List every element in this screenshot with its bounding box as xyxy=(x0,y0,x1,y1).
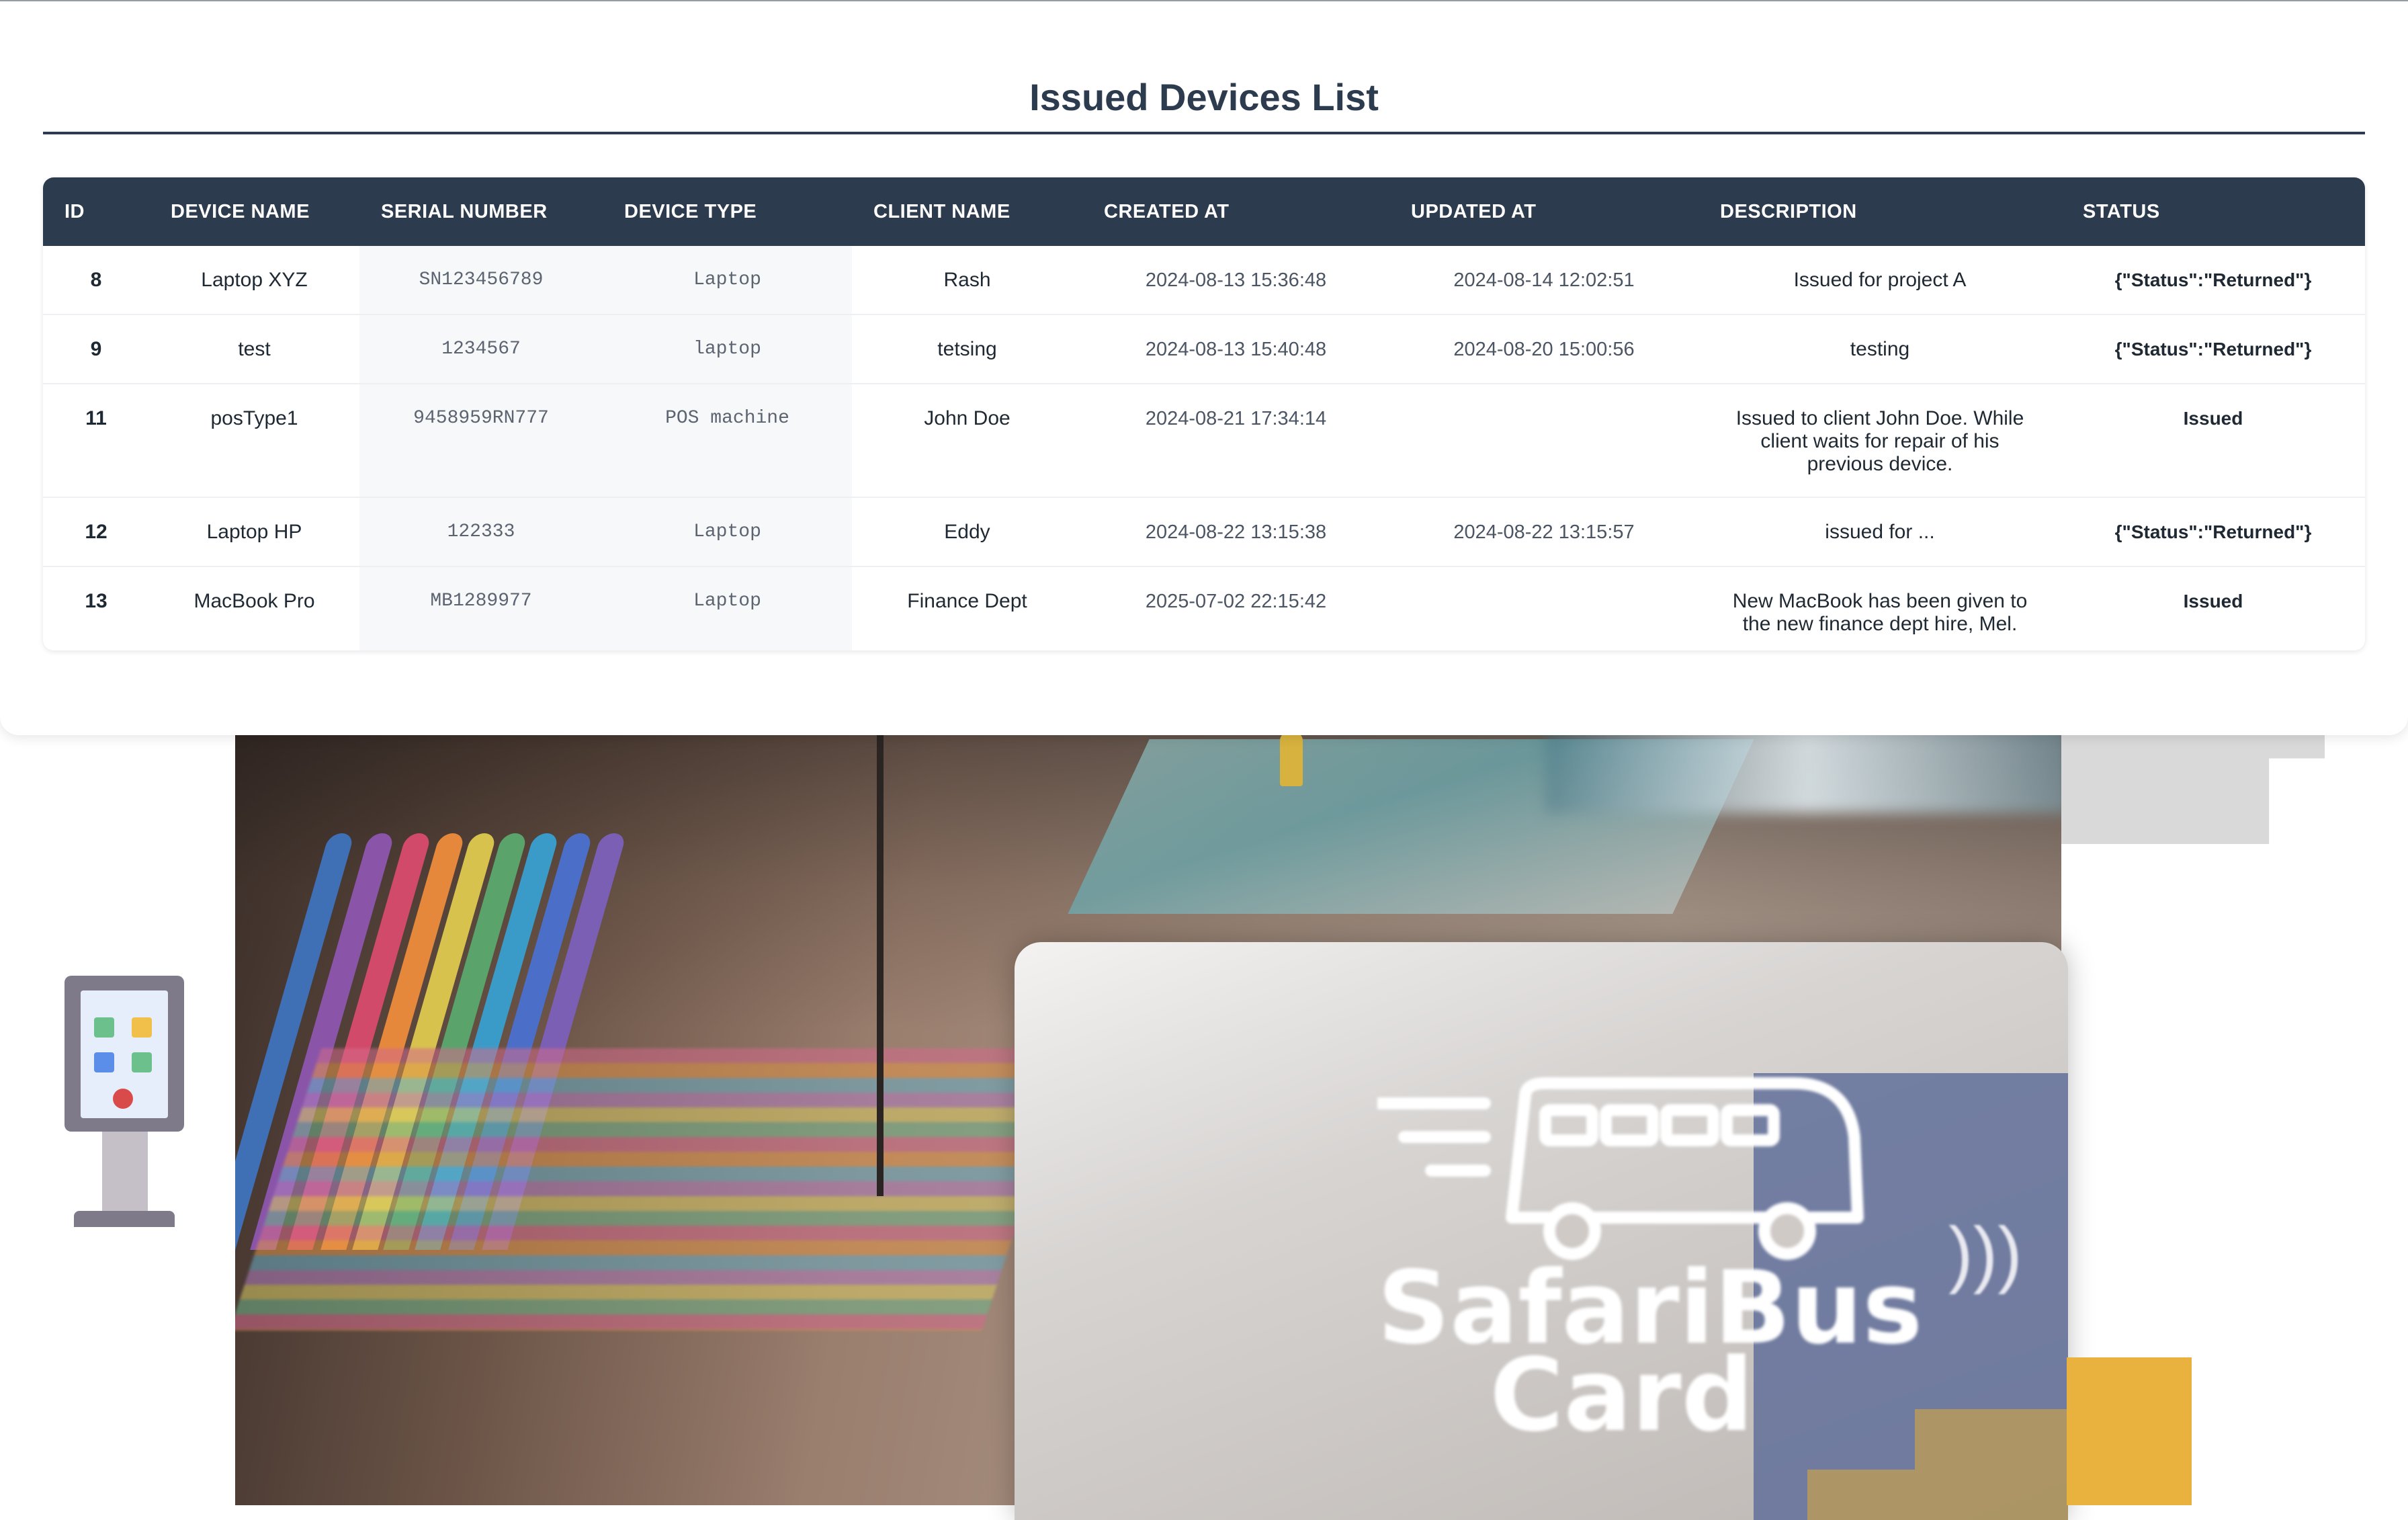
devices-table-container: ID DEVICE NAME SERIAL NUMBER DEVICE TYPE… xyxy=(43,177,2365,650)
cell-created-at: 2024-08-13 15:36:48 xyxy=(1082,246,1389,315)
contactless-icon: ))) xyxy=(1948,1212,2022,1295)
cell-client-name: John Doe xyxy=(852,384,1082,498)
table-row[interactable]: 9 test 1234567 laptop tetsing 2024-08-13… xyxy=(43,314,2365,384)
decorative-gold-block xyxy=(2067,1357,2192,1505)
table-header-row: ID DEVICE NAME SERIAL NUMBER DEVICE TYPE… xyxy=(43,177,2365,246)
cell-id: 11 xyxy=(43,384,149,498)
cell-device-name: test xyxy=(149,314,359,384)
cell-device-type: POS machine xyxy=(603,384,852,498)
cell-client-name: Rash xyxy=(852,246,1082,315)
column-header-status[interactable]: STATUS xyxy=(2061,177,2365,246)
cell-client-name: tetsing xyxy=(852,314,1082,384)
cell-updated-at: 2024-08-14 12:02:51 xyxy=(1389,246,1698,315)
cell-description: issued for ... xyxy=(1698,497,2061,567)
cell-updated-at xyxy=(1389,566,1698,650)
column-header-client-name[interactable]: CLIENT NAME xyxy=(852,177,1082,246)
column-header-updated-at[interactable]: UPDATED AT xyxy=(1389,177,1698,246)
page-title: Issued Devices List xyxy=(1029,76,1379,118)
bus-icon xyxy=(1377,1077,1864,1260)
table-row[interactable]: 8 Laptop XYZ SN123456789 Laptop Rash 202… xyxy=(43,246,2365,315)
column-header-device-type[interactable]: DEVICE TYPE xyxy=(603,177,852,246)
cell-device-name: posType1 xyxy=(149,384,359,498)
cell-updated-at: 2024-08-20 15:00:56 xyxy=(1389,314,1698,384)
cell-id: 13 xyxy=(85,590,108,612)
card-brand-text: SafariBus Card xyxy=(1377,1250,1923,1454)
issued-devices-panel: Issued Devices List ID DEVICE NAME SERIA… xyxy=(0,1,2408,735)
cell-device-name: Laptop XYZ xyxy=(149,246,359,315)
cell-created-at: 2024-08-13 15:40:48 xyxy=(1082,314,1389,384)
table-row[interactable]: 13 MacBook Pro MB1289977 Laptop Finance … xyxy=(43,566,2365,650)
cell-status: Issued xyxy=(2061,384,2365,498)
table-row[interactable]: 11 posType1 9458959RN777 POS machine Joh… xyxy=(43,384,2365,498)
cell-created-at: 2024-08-21 17:34:14 xyxy=(1082,384,1389,498)
kiosk-icon xyxy=(64,976,185,1231)
cell-updated-at xyxy=(1389,384,1698,498)
cell-status: Issued xyxy=(2183,591,2243,611)
safaribus-card-image: SafariBus Card ))) xyxy=(1015,942,2068,1520)
cell-serial-number: MB1289977 xyxy=(359,566,603,650)
devices-table: ID DEVICE NAME SERIAL NUMBER DEVICE TYPE… xyxy=(43,177,2365,650)
cell-description: New MacBook has been given to the new fi… xyxy=(1732,590,2028,635)
cell-device-type: laptop xyxy=(603,314,852,384)
cell-id: 12 xyxy=(43,497,149,567)
cell-created-at: 2024-08-22 13:15:38 xyxy=(1082,497,1389,567)
column-header-description[interactable]: DESCRIPTION xyxy=(1698,177,2061,246)
cell-id: 8 xyxy=(43,246,149,315)
cell-updated-at: 2024-08-22 13:15:57 xyxy=(1389,497,1698,567)
column-header-created-at[interactable]: CREATED AT xyxy=(1082,177,1389,246)
cell-description: testing xyxy=(1698,314,2061,384)
column-header-serial-number[interactable]: SERIAL NUMBER xyxy=(359,177,603,246)
cell-client-name: Eddy xyxy=(852,497,1082,567)
cell-serial-number: 9458959RN777 xyxy=(359,384,603,498)
cell-status: {"Status":"Returned"} xyxy=(2061,497,2365,567)
cell-description: Issued for project A xyxy=(1698,246,2061,315)
cell-serial-number: SN123456789 xyxy=(359,246,603,315)
cell-status: {"Status":"Returned"} xyxy=(2061,246,2365,315)
column-header-device-name[interactable]: DEVICE NAME xyxy=(149,177,359,246)
cell-device-type: Laptop xyxy=(603,497,852,567)
fire-hydrant xyxy=(1280,732,1303,786)
cell-device-name: Laptop HP xyxy=(149,497,359,567)
cell-device-type: Laptop xyxy=(603,566,852,650)
cell-device-type: Laptop xyxy=(603,246,852,315)
cell-serial-number: 1234567 xyxy=(359,314,603,384)
cell-status: {"Status":"Returned"} xyxy=(2061,314,2365,384)
cell-description: Issued to client John Doe. While client … xyxy=(1698,384,2061,498)
cell-created-at: 2025-07-02 22:15:42 xyxy=(1145,591,1327,612)
cell-id: 9 xyxy=(43,314,149,384)
title-divider xyxy=(43,132,2365,134)
cell-client-name: Finance Dept xyxy=(907,590,1027,612)
column-header-id[interactable]: ID xyxy=(43,177,149,246)
cell-device-name: MacBook Pro xyxy=(194,590,315,612)
table-row[interactable]: 12 Laptop HP 122333 Laptop Eddy 2024-08-… xyxy=(43,497,2365,567)
cell-serial-number: 122333 xyxy=(359,497,603,567)
